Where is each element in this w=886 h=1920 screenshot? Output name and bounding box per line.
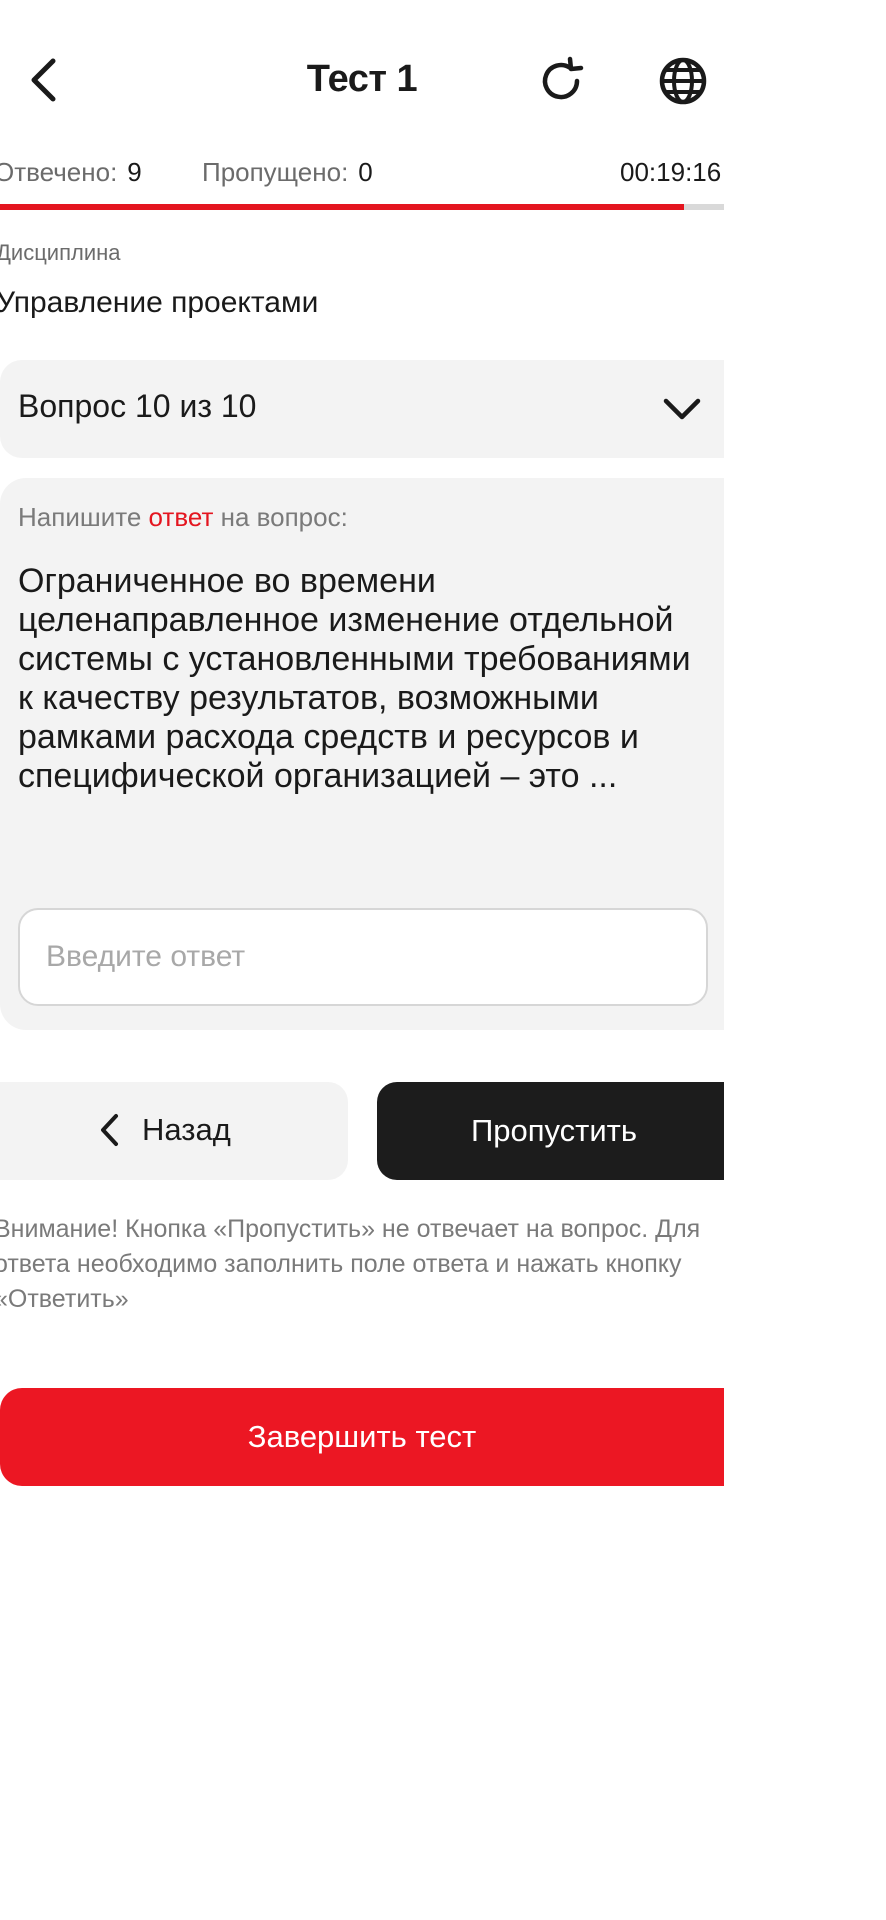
header: Тест 1 [0, 0, 724, 150]
finish-test-button[interactable]: Завершить тест [0, 1388, 724, 1486]
skipped-label: Пропущено: [202, 157, 349, 187]
question-prompt: Напишите ответ на вопрос: [18, 502, 348, 533]
test-screen: Тест 1 Отвечено: 9 Пропущено: 0 00:19:16 [0, 0, 724, 1568]
stats-bar: Отвечено: 9 Пропущено: 0 00:19:16 [0, 152, 724, 192]
page-title: Тест 1 [306, 58, 418, 100]
refresh-button[interactable] [530, 52, 592, 110]
skipped-stat: Пропущено: 0 [202, 152, 373, 192]
language-button[interactable] [652, 50, 714, 112]
chevron-left-icon [31, 58, 56, 102]
answer-input[interactable] [18, 908, 708, 1006]
answered-count: 9 [127, 157, 142, 187]
prompt-accent: ответ [148, 502, 214, 532]
previous-button-label: Назад [142, 1112, 231, 1147]
discipline-value: Управление проектами [0, 286, 319, 319]
answered-stat: Отвечено: 9 [0, 152, 142, 192]
skip-button[interactable]: Пропустить [377, 1082, 724, 1180]
refresh-icon [542, 56, 584, 100]
question-card: Напишите ответ на вопрос: Ограниченное в… [0, 478, 724, 1030]
discipline-label: Дисциплина [0, 240, 121, 265]
globe-icon [659, 57, 707, 105]
skip-notice: Внимание! Кнопка «Пропустить» не отвечае… [0, 1215, 701, 1313]
previous-button-content: Назад [98, 1110, 231, 1150]
timer: 00:19:16 [620, 157, 722, 187]
back-button[interactable] [18, 52, 68, 108]
progress-fill [0, 204, 685, 210]
question-text: Ограниченное во времени целенаправленное… [18, 562, 691, 795]
prompt-before: Напишите [18, 502, 149, 532]
answered-label: Отвечено: [0, 157, 118, 187]
finish-test-label: Завершить тест [247, 1419, 477, 1454]
question-selector-label: Вопрос 10 из 10 [18, 388, 257, 424]
previous-button[interactable]: Назад [0, 1082, 348, 1180]
progress-bar [0, 204, 724, 210]
prompt-after: на вопрос: [213, 502, 348, 532]
skip-button-label: Пропустить [470, 1113, 638, 1148]
chevron-down-icon [660, 390, 704, 430]
skipped-count: 0 [358, 157, 373, 187]
question-selector[interactable]: Вопрос 10 из 10 [0, 360, 724, 458]
chevron-left-icon [101, 1114, 118, 1146]
